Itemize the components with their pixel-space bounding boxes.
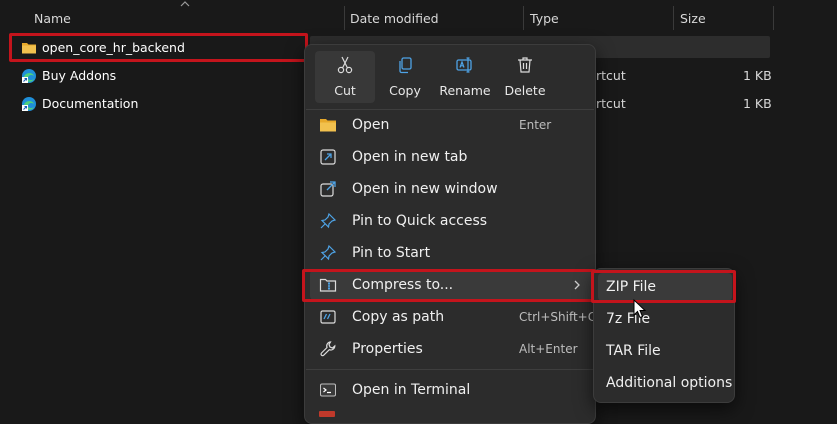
folder-open-icon [320,119,336,132]
menu-item-label: Open in Terminal [352,382,471,398]
column-header-size[interactable]: Size [680,0,706,36]
menu-item-open[interactable]: Open Enter [310,110,592,140]
menu-item-shortcut: Alt+Enter [519,342,578,356]
menu-item-label: Open in new window [352,181,498,197]
column-divider[interactable] [773,6,774,30]
compress-submenu: ZIP File 7z File TAR File Additional opt… [593,268,735,403]
menu-item-label: Properties [352,341,423,357]
menu-item-copy-as-path[interactable]: Copy as path Ctrl+Shift+C [310,302,596,332]
file-name[interactable]: Documentation [42,91,138,117]
submenu-item-label: Additional options [606,375,733,391]
menu-item-compress-to[interactable]: Compress to... [310,270,592,300]
column-divider[interactable] [523,6,524,30]
file-size: 1 KB [743,96,772,111]
menu-item-label: Compress to... [352,277,454,293]
menu-item-pin-to-quick-access[interactable]: Pin to Quick access [310,206,592,236]
copy-label: Copy [389,83,421,98]
menu-item-open-in-new-tab[interactable]: Open in new tab [310,142,592,172]
column-divider[interactable] [344,6,345,30]
column-header-date-modified[interactable]: Date modified [350,0,439,36]
cut-label: Cut [334,83,356,98]
file-size: 1 KB [743,68,772,83]
mouse-cursor-icon [633,299,647,319]
rename-icon [456,57,472,73]
cut-button[interactable]: Cut [315,51,375,103]
menu-item-properties[interactable]: Properties Alt+Enter [310,334,592,364]
menu-item-label: Copy as path [352,309,445,325]
wrench-icon [320,341,336,357]
submenu-item-tar-file[interactable]: TAR File [598,337,732,365]
submenu-item-zip-file[interactable]: ZIP File [598,273,732,301]
terminal-icon [320,383,336,397]
submenu-item-additional-options[interactable]: Additional options [598,369,732,397]
pin-icon [320,212,337,229]
menu-item-open-in-terminal[interactable]: Open in Terminal [310,375,592,405]
menu-item-label: Open [352,117,390,133]
new-window-icon [320,181,336,197]
context-menu: Cut Copy Rename Delete Open Enter Open i… [304,44,596,424]
menu-item-pin-to-start[interactable]: Pin to Start [310,238,592,268]
file-type: rtcut [596,68,626,83]
menu-item-shortcut: Enter [519,118,552,132]
copy-icon [399,57,412,74]
pin-icon [320,244,337,261]
submenu-item-7z-file[interactable]: 7z File [598,305,732,333]
column-header-name[interactable]: Name [34,0,71,36]
sort-ascending-icon [180,1,190,7]
new-tab-icon [320,149,336,165]
submenu-item-label: TAR File [606,343,661,359]
menu-item-label: Pin to Quick access [352,213,488,229]
chevron-right-icon [574,280,580,290]
copy-button[interactable]: Copy [375,51,435,103]
quick-actions-bar: Cut Copy Rename Delete [315,51,555,103]
file-name[interactable]: open_core_hr_backend [42,35,185,61]
menu-item-label: Pin to Start [352,245,431,261]
column-header-type[interactable]: Type [530,0,559,36]
scissors-icon [337,56,353,74]
menu-item-open-in-new-window[interactable]: Open in new window [310,174,592,204]
trash-icon [518,57,532,73]
delete-label: Delete [504,83,546,98]
zip-folder-icon [319,278,337,292]
folder-icon [22,43,36,54]
column-divider[interactable] [673,6,674,30]
menu-divider [306,369,594,370]
delete-button[interactable]: Delete [495,51,555,103]
file-type: rtcut [596,96,626,111]
next-item-icon [319,411,335,417]
edge-shortcut-icon [22,97,36,111]
file-name[interactable]: Buy Addons [42,63,116,89]
menu-item-shortcut: Ctrl+Shift+C [519,310,597,324]
rename-button[interactable]: Rename [435,51,495,103]
menu-item-label: Open in new tab [352,149,468,165]
submenu-item-label: ZIP File [606,279,657,295]
column-header-bar: Name Date modified Type Size [0,0,837,36]
copy-path-icon [320,310,336,324]
edge-shortcut-icon [22,69,36,83]
rename-label: Rename [439,83,491,98]
